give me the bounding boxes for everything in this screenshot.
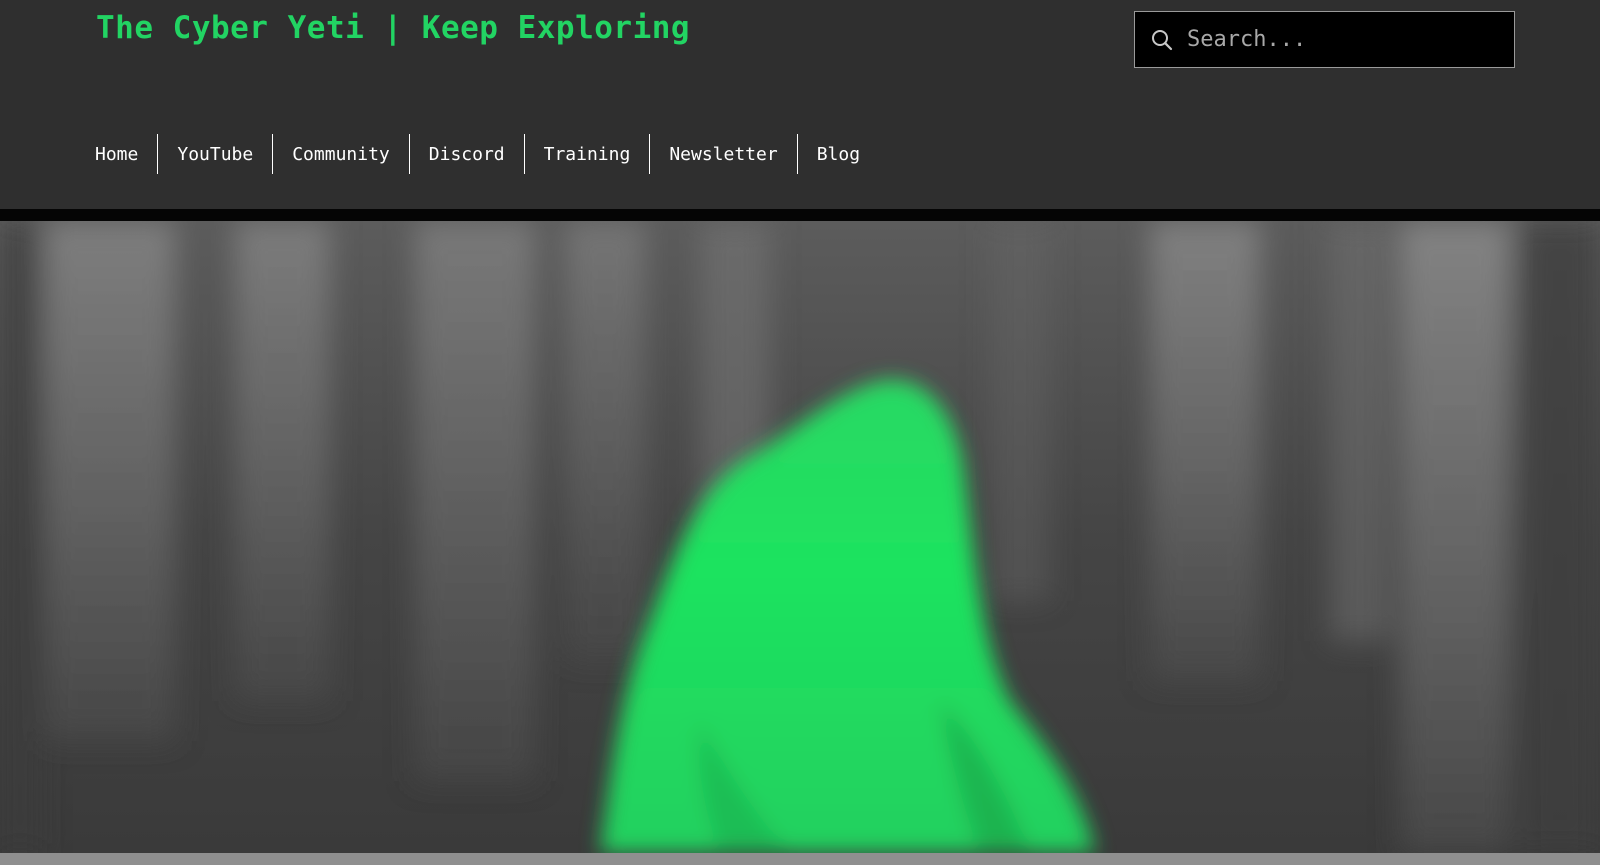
search-input[interactable] bbox=[1175, 12, 1514, 67]
nav-item-training[interactable]: Training bbox=[525, 134, 650, 174]
nav-item-youtube[interactable]: YouTube bbox=[158, 134, 272, 174]
nav-item-discord[interactable]: Discord bbox=[410, 134, 524, 174]
bottom-strip bbox=[0, 853, 1600, 865]
search-icon[interactable] bbox=[1149, 27, 1175, 53]
nav-item-home[interactable]: Home bbox=[76, 134, 157, 174]
site-title[interactable]: The Cyber Yeti | Keep Exploring bbox=[96, 10, 690, 46]
main-nav: Home YouTube Community Discord Training … bbox=[76, 134, 879, 174]
hero-image bbox=[0, 221, 1600, 853]
nav-item-blog[interactable]: Blog bbox=[798, 134, 879, 174]
hero-illustration bbox=[0, 221, 1600, 853]
header-divider bbox=[0, 209, 1600, 221]
site-header: The Cyber Yeti | Keep Exploring Home You… bbox=[0, 0, 1600, 209]
nav-item-newsletter[interactable]: Newsletter bbox=[650, 134, 796, 174]
nav-item-community[interactable]: Community bbox=[273, 134, 409, 174]
search-box[interactable] bbox=[1134, 11, 1515, 68]
